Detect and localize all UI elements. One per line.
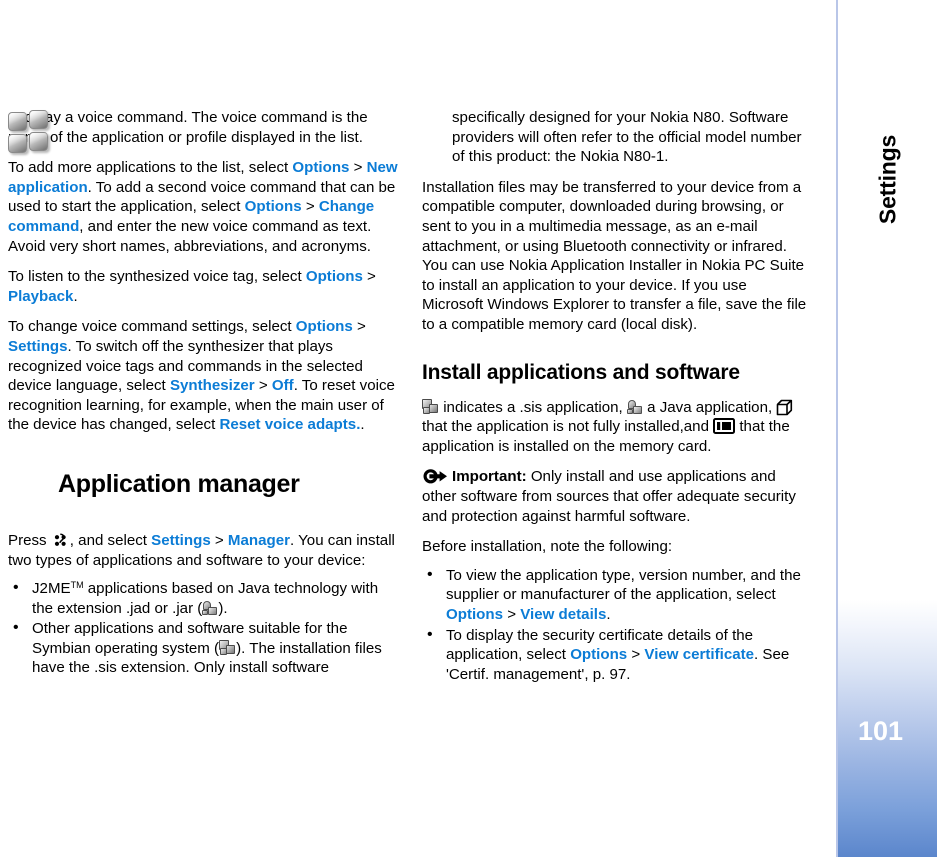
heading-install-applications: Install applications and software <box>422 360 740 384</box>
text-run: a Java application, <box>642 398 777 416</box>
link-playback[interactable]: Playback <box>8 288 73 305</box>
link-manager[interactable]: Manager <box>228 532 290 549</box>
memory-card-icon <box>713 418 736 435</box>
text-run: ). <box>218 599 228 617</box>
text-run: To listen to the synthesized voice tag, … <box>8 268 306 286</box>
section-heading-application-manager: Application manager <box>8 110 398 509</box>
separator: > <box>210 531 228 549</box>
text-run: . <box>73 287 78 305</box>
important-label: Important: <box>452 468 527 486</box>
sis-application-icon <box>219 639 236 656</box>
link-options[interactable]: Options <box>306 268 363 285</box>
chapter-title: Settings <box>874 134 900 225</box>
separator: > <box>301 198 319 216</box>
right-text-column: specifically designed for your Nokia N80… <box>422 108 812 695</box>
paragraph-voice-settings: To change voice command settings, select… <box>8 317 398 435</box>
separator: > <box>254 377 272 395</box>
java-application-icon <box>202 600 218 616</box>
java-application-icon <box>626 399 643 415</box>
paragraph-add-applications: To add more applications to the list, se… <box>8 158 398 256</box>
link-view-details[interactable]: View details <box>520 606 606 623</box>
application-types-list: J2METM applications based on Java techno… <box>8 578 398 678</box>
separator: > <box>503 605 521 623</box>
text-run: To add more applications to the list, se… <box>8 159 293 177</box>
link-synthesizer[interactable]: Synthesizer <box>170 377 255 394</box>
important-arrow-icon <box>422 468 448 485</box>
chapter-sidebar: Settings 101 <box>836 0 937 857</box>
section-title: Application manager <box>58 470 300 499</box>
paragraph-playback: To listen to the synthesized voice tag, … <box>8 267 398 306</box>
separator: > <box>352 318 366 336</box>
not-fully-installed-cube-icon <box>776 399 793 416</box>
list-item: Other applications and software suitable… <box>8 618 398 678</box>
manual-page: and say a voice command. The voice comma… <box>0 0 937 857</box>
link-view-certificate[interactable]: View certificate <box>644 646 754 663</box>
text-run: Press <box>8 531 51 549</box>
page-number: 101 <box>858 716 904 746</box>
paragraph-important-notice: Important: Only install and use applicat… <box>422 467 812 526</box>
paragraph-icon-legend: indicates a .sis application, a Java app… <box>422 398 812 457</box>
link-options[interactable]: Options <box>296 318 353 335</box>
paragraph-press-menu: Press , and select Settings > Manager. Y… <box>8 531 398 570</box>
list-item: To display the security certificate deta… <box>422 625 812 685</box>
separator: > <box>349 159 367 177</box>
text-run: J2ME <box>32 580 71 598</box>
paragraph-continuation-nokia-n80: specifically designed for your Nokia N80… <box>452 109 802 166</box>
link-off[interactable]: Off <box>272 377 294 394</box>
separator: > <box>362 268 376 286</box>
link-reset-voice-adapts[interactable]: Reset voice adapts. <box>219 416 360 433</box>
sidebar-inner: Settings 101 <box>838 0 937 857</box>
link-options[interactable]: Options <box>292 159 349 176</box>
text-run: , and select <box>69 531 152 549</box>
link-settings[interactable]: Settings <box>151 532 211 549</box>
paragraph-voice-command-intro: and say a voice command. The voice comma… <box>8 109 368 146</box>
menu-key-icon <box>53 533 68 548</box>
text-run: indicates a .sis application, <box>439 398 627 416</box>
paragraph-installation-files: Installation files may be transferred to… <box>422 178 807 333</box>
separator: > <box>627 646 645 664</box>
application-manager-icon <box>8 110 54 156</box>
text-run: To change voice command settings, select <box>8 318 296 336</box>
link-settings[interactable]: Settings <box>8 338 68 355</box>
link-options[interactable]: Options <box>245 198 302 215</box>
left-text-column: and say a voice command. The voice comma… <box>8 108 398 689</box>
before-installation-list: To view the application type, version nu… <box>422 565 812 685</box>
list-item: To view the application type, version nu… <box>422 565 812 625</box>
trademark-mark: TM <box>70 580 84 591</box>
list-item: J2METM applications based on Java techno… <box>8 578 398 618</box>
link-options[interactable]: Options <box>570 646 627 663</box>
text-run: . <box>360 416 365 434</box>
paragraph-before-installation: Before installation, note the following: <box>422 538 673 556</box>
sis-application-icon <box>422 398 439 415</box>
text-run: To view the application type, version nu… <box>446 566 801 604</box>
text-run: . <box>606 605 611 623</box>
text-run: that the application is not fully instal… <box>422 418 714 436</box>
link-options[interactable]: Options <box>446 606 503 623</box>
